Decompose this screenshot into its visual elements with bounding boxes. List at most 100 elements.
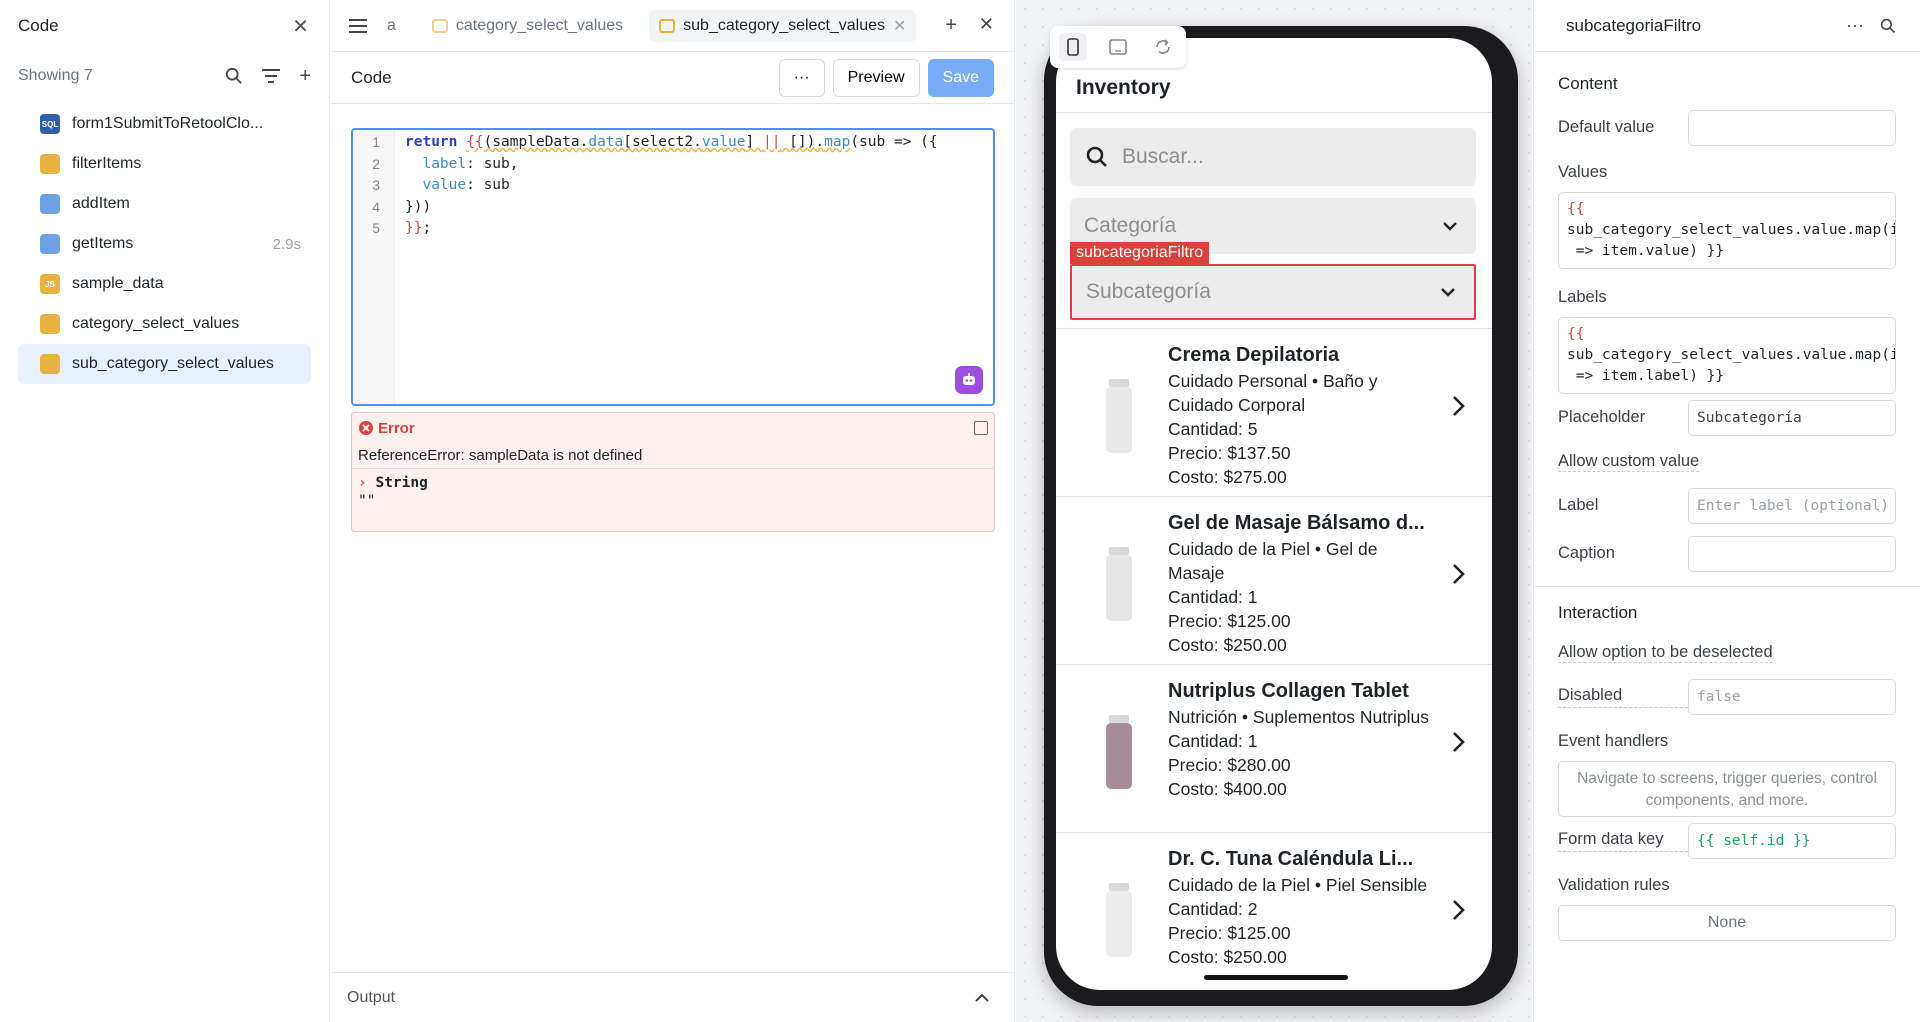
code-panel-title: Code: [18, 16, 59, 35]
allow-custom-row[interactable]: Allow custom value: [1534, 442, 1920, 482]
preview-button[interactable]: Preview: [832, 58, 920, 97]
close-tab-icon[interactable]: ✕: [893, 16, 906, 36]
product-image: [1096, 377, 1142, 459]
result-value: "": [358, 493, 376, 509]
product-card[interactable]: Gel de Masaje Bálsamo d... Cuidado de la …: [1056, 496, 1492, 664]
rotate-icon[interactable]: [1149, 33, 1177, 61]
filter-icon[interactable]: [261, 68, 281, 84]
list-item-label: addItem: [72, 195, 130, 212]
product-card[interactable]: Crema Depilatoria Cuidado Personal • Baño…: [1056, 328, 1492, 496]
app-title: Inventory: [1076, 76, 1171, 99]
transformer-icon: [40, 154, 60, 174]
product-image: [1096, 881, 1142, 963]
list-item-form1submit[interactable]: SQL form1SubmitToRetoolClo...: [18, 104, 311, 144]
list-item-sub-category-select-values[interactable]: sub_category_select_values: [18, 344, 311, 384]
list-item-getitems[interactable]: getItems 2.9s: [18, 224, 311, 264]
default-value-input[interactable]: [1688, 110, 1896, 146]
transformer-icon: [40, 314, 60, 334]
disabled-row: Disabled false: [1534, 673, 1920, 721]
search-icon[interactable]: [225, 67, 243, 85]
code-editor[interactable]: 1 2 3 4 5 return {{(sampleData.data[sele…: [351, 128, 995, 406]
subcategory-placeholder: Subcategoría: [1086, 280, 1211, 303]
code-toolbar: Code ··· Preview Save: [331, 52, 1014, 104]
product-card[interactable]: Nutriplus Collagen Tablet Nutrición • Sup…: [1056, 664, 1492, 832]
error-message: ReferenceError: sampleData is not define…: [352, 443, 994, 469]
list-item-filteritems[interactable]: filterItems: [18, 144, 311, 184]
code-panel-header: Code ✕: [0, 0, 329, 52]
line-number: 1: [372, 134, 380, 150]
event-handlers-row: Event handlers: [1534, 721, 1920, 761]
close-panel-icon[interactable]: ✕: [979, 14, 994, 37]
line-number: 4: [372, 198, 380, 215]
component-name[interactable]: subcategoriaFiltro: [1566, 16, 1846, 36]
tab-sub-category-select-values[interactable]: sub_category_select_values ✕: [649, 9, 917, 42]
disabled-label: Disabled: [1558, 686, 1688, 708]
form-key-input[interactable]: {{ self.id }}: [1688, 823, 1896, 859]
list-item-sample-data[interactable]: JS sample_data: [18, 264, 311, 304]
product-name: Dr. C. Tuna Caléndula Li...: [1168, 848, 1414, 870]
subcategory-select[interactable]: Subcategoría: [1070, 264, 1476, 320]
transformer-icon: [40, 354, 60, 374]
deselect-row[interactable]: Allow option to be deselected: [1534, 633, 1920, 673]
list-item-category-select-values[interactable]: category_select_values: [18, 304, 311, 344]
product-cost: Costo: $275.00: [1168, 467, 1287, 487]
product-category: Cuidado de la Piel • Gel de Masaje: [1168, 539, 1378, 583]
disabled-input[interactable]: false: [1688, 679, 1896, 715]
add-tab-icon[interactable]: +: [945, 14, 957, 37]
product-price: Precio: $125.00: [1168, 611, 1291, 631]
add-icon[interactable]: +: [299, 65, 311, 88]
ai-assist-icon[interactable]: [955, 366, 983, 394]
list-item-label: form1SubmitToRetoolClo...: [72, 115, 264, 132]
code-item-list: SQL form1SubmitToRetoolClo... filterItem…: [0, 100, 329, 388]
phone-view-icon[interactable]: [1058, 33, 1087, 61]
chevron-up-icon[interactable]: [974, 993, 990, 1003]
label-input[interactable]: Enter label (optional): [1688, 488, 1896, 524]
placeholder-input[interactable]: Subcategoría: [1688, 400, 1896, 436]
app-canvas: Inventory Buscar... Categoría subcategor…: [1016, 0, 1532, 1022]
tab-label: a: [387, 16, 396, 34]
content-section-head[interactable]: Content: [1534, 64, 1920, 104]
chevron-right-icon: [1453, 900, 1465, 920]
expand-chevron-icon[interactable]: ›: [358, 475, 367, 491]
code-line: }};: [405, 220, 432, 236]
tab-partial[interactable]: a: [377, 11, 406, 41]
menu-icon[interactable]: [349, 18, 367, 33]
labels-input[interactable]: {{ sub_category_select_values.value.map(…: [1558, 317, 1896, 394]
chevron-right-icon: [1453, 564, 1465, 584]
search-icon[interactable]: [1880, 18, 1896, 34]
product-card[interactable]: Dr. C. Tuna Caléndula Li... Cuidado de la…: [1056, 832, 1492, 990]
close-icon[interactable]: ✕: [292, 14, 309, 39]
save-button[interactable]: Save: [927, 58, 994, 97]
event-handlers-box[interactable]: Navigate to screens, trigger queries, co…: [1558, 761, 1896, 817]
error-header: Error: [352, 413, 994, 443]
editor-tabs: a category_select_values sub_category_se…: [331, 0, 1014, 52]
allow-custom-label: Allow custom value: [1558, 452, 1700, 472]
code-line: value: sub: [405, 177, 510, 193]
run-time: 2.9s: [272, 235, 301, 253]
tab-category-select-values[interactable]: category_select_values: [422, 11, 633, 41]
more-options-icon[interactable]: ···: [1846, 15, 1864, 36]
result-type[interactable]: › String: [352, 469, 994, 491]
label-label: Label: [1558, 495, 1599, 514]
copy-icon[interactable]: [974, 421, 988, 435]
values-input[interactable]: {{ sub_category_select_values.value.map(…: [1558, 192, 1896, 269]
label-row: Label Enter label (optional): [1534, 482, 1920, 530]
interaction-section-head[interactable]: Interaction: [1534, 593, 1920, 633]
search-input[interactable]: Buscar...: [1070, 128, 1476, 186]
placeholder-label: Placeholder: [1558, 407, 1646, 426]
product-category: Cuidado Personal • Baño y Cuidado Corpor…: [1168, 371, 1378, 415]
product-name: Gel de Masaje Bálsamo d...: [1168, 512, 1425, 534]
chevron-right-icon: [1453, 396, 1465, 416]
caption-input[interactable]: [1688, 536, 1896, 572]
list-item-additem[interactable]: addItem: [18, 184, 311, 224]
form-key-row: Form data key {{ self.id }}: [1534, 817, 1920, 865]
validation-rules-button[interactable]: None: [1558, 905, 1896, 941]
more-options-button[interactable]: ···: [778, 58, 825, 97]
error-icon: [359, 421, 373, 435]
output-bar[interactable]: Output: [331, 972, 1014, 1022]
validation-label: Validation rules: [1558, 875, 1670, 894]
inspector-panel: subcategoriaFiltro ··· Content Default v…: [1533, 0, 1920, 1022]
code-line: label: sub,: [405, 155, 519, 172]
panel-title: Code: [351, 67, 392, 87]
tablet-view-icon[interactable]: [1104, 33, 1132, 61]
